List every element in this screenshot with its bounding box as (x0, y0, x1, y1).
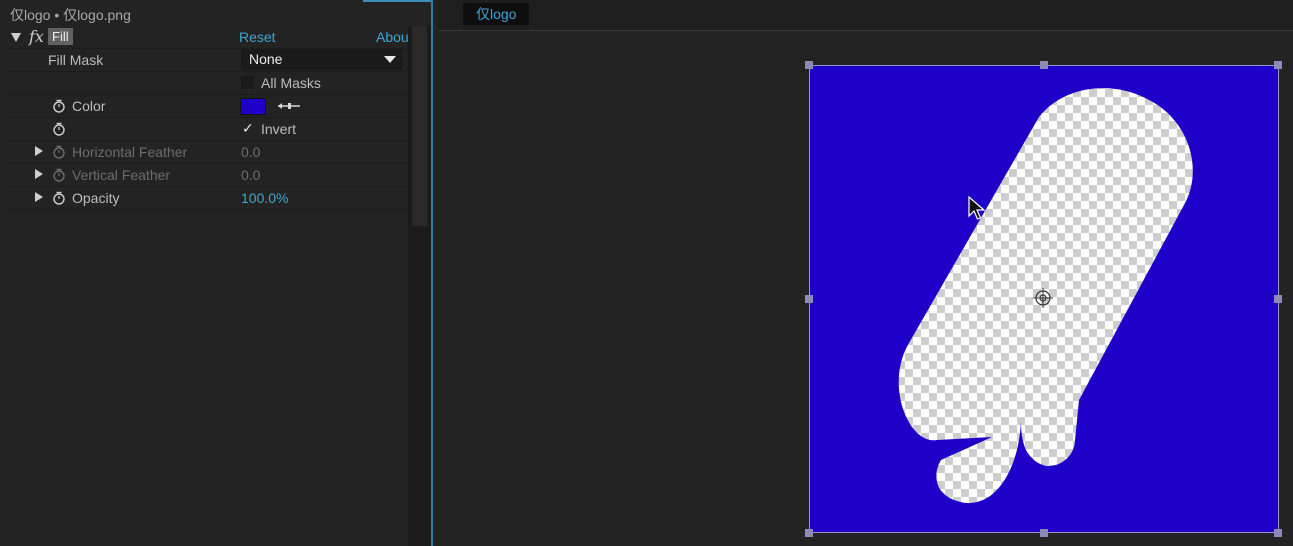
transform-handle-icon[interactable] (805, 61, 813, 69)
chevron-down-icon (384, 56, 396, 63)
effect-name[interactable]: Fill (48, 28, 73, 45)
panel-tab-accent (363, 0, 431, 2)
stopwatch-icon[interactable] (52, 99, 66, 113)
effect-header-row[interactable]: fx Fill Reset Abou (8, 26, 409, 49)
transform-handle-icon[interactable] (1040, 61, 1048, 69)
invert-row: ✓ Invert (8, 118, 408, 141)
collapse-triangle-icon[interactable] (11, 33, 21, 42)
all-masks-label: All Masks (261, 75, 321, 91)
invert-label: Invert (261, 121, 297, 137)
reset-link[interactable]: Reset (239, 29, 276, 45)
transform-handle-icon[interactable] (805, 529, 813, 537)
scrollbar-thumb[interactable] (412, 26, 427, 226)
effect-controls-panel: 仅logo • 仅logo.png fx Fill Reset Abou Fil… (0, 0, 431, 546)
stopwatch-icon[interactable] (52, 191, 66, 205)
transform-handle-icon[interactable] (805, 295, 813, 303)
mouse-cursor-icon (968, 196, 986, 220)
vertical-feather-label: Vertical Feather (72, 167, 171, 183)
composition-tab[interactable]: 仅logo (463, 3, 530, 25)
panel-divider[interactable] (431, 0, 433, 546)
horizontal-feather-label: Horizontal Feather (72, 144, 188, 160)
color-row: Color (8, 95, 408, 118)
expand-triangle-icon[interactable] (35, 169, 43, 179)
layer-canvas[interactable] (809, 65, 1279, 533)
transform-handle-icon[interactable] (1274, 61, 1282, 69)
opacity-row: Opacity 100.0% (8, 187, 408, 210)
stopwatch-icon[interactable] (52, 145, 66, 159)
color-label: Color (72, 98, 106, 114)
stopwatch-icon[interactable] (52, 168, 66, 182)
vertical-feather-row: Vertical Feather 0.0 (8, 164, 408, 187)
fill-mask-row: Fill Mask None (8, 49, 408, 72)
transform-handle-icon[interactable] (1274, 295, 1282, 303)
fill-mask-label: Fill Mask (48, 52, 104, 68)
expand-triangle-icon[interactable] (35, 192, 43, 202)
horizontal-feather-row: Horizontal Feather 0.0 (8, 141, 408, 164)
expand-triangle-icon[interactable] (35, 146, 43, 156)
all-masks-row: All Masks (8, 72, 408, 95)
color-swatch[interactable] (241, 99, 265, 114)
all-masks-checkbox[interactable] (241, 76, 254, 89)
about-link[interactable]: Abou (376, 29, 409, 45)
stopwatch-icon[interactable] (52, 122, 66, 136)
eyedropper-icon[interactable] (277, 101, 301, 111)
viewer-tab-bar: 仅logo (438, 0, 1293, 31)
panel-title: 仅logo • 仅logo.png (10, 7, 131, 23)
fx-toggle-icon[interactable]: fx (29, 27, 44, 46)
opacity-value[interactable]: 100.0% (241, 190, 288, 206)
vertical-feather-value[interactable]: 0.0 (241, 167, 260, 183)
transform-handle-icon[interactable] (1040, 529, 1048, 537)
horizontal-feather-value[interactable]: 0.0 (241, 144, 260, 160)
transform-handle-icon[interactable] (1274, 529, 1282, 537)
invert-checkbox[interactable]: ✓ (242, 120, 254, 137)
fill-mask-value: None (249, 51, 283, 67)
opacity-label: Opacity (72, 190, 120, 206)
fill-mask-dropdown[interactable]: None (241, 49, 402, 70)
